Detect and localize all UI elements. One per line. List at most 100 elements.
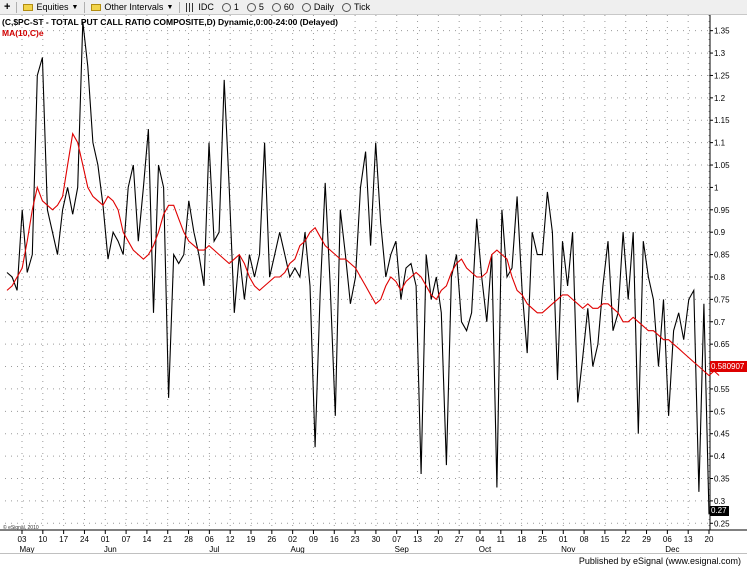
x-tick-label: 23 bbox=[351, 535, 360, 544]
month-label: May bbox=[19, 545, 34, 553]
x-tick-label: 21 bbox=[163, 535, 172, 544]
month-label: Jul bbox=[209, 545, 219, 553]
ma-legend-label: MA(10,C)e bbox=[2, 28, 44, 38]
x-tick-label: 26 bbox=[267, 535, 276, 544]
y-tick-label: 1.15 bbox=[714, 116, 730, 125]
toolbar-divider bbox=[84, 1, 86, 13]
interval-1-button[interactable]: 1 bbox=[218, 1, 243, 14]
x-tick-label: 07 bbox=[392, 535, 401, 544]
x-tick-label: 25 bbox=[538, 535, 547, 544]
x-tick-label: 07 bbox=[122, 535, 131, 544]
month-label: Nov bbox=[561, 545, 575, 553]
bars-icon bbox=[186, 2, 196, 12]
y-tick-label: 0.55 bbox=[714, 385, 730, 394]
close-series-line bbox=[6, 21, 710, 515]
chart-toolbar: + Equities ▼ Other Intervals ▼ IDC 1 5 6… bbox=[0, 0, 747, 15]
toolbar-divider bbox=[16, 1, 18, 13]
interval-idc-button[interactable]: IDC bbox=[182, 1, 218, 14]
y-tick-label: 0.85 bbox=[714, 251, 730, 260]
interval-5-button[interactable]: 5 bbox=[243, 1, 268, 14]
y-tick-label: 1.25 bbox=[714, 71, 730, 80]
y-tick-label: 1 bbox=[714, 183, 719, 192]
x-tick-label: 14 bbox=[142, 535, 151, 544]
x-tick-label: 17 bbox=[59, 535, 68, 544]
chart-title: (C,$PC-ST - TOTAL PUT CALL RATIO COMPOSI… bbox=[2, 17, 338, 27]
y-tick-label: 0.65 bbox=[714, 340, 730, 349]
y-tick-label: 0.45 bbox=[714, 430, 730, 439]
chevron-down-icon: ▼ bbox=[71, 3, 79, 11]
x-tick-label: 10 bbox=[38, 535, 47, 544]
interval-tick-button[interactable]: Tick bbox=[338, 1, 374, 14]
y-tick-label: 0.7 bbox=[714, 318, 726, 327]
x-tick-label: 18 bbox=[517, 535, 526, 544]
x-tick-label: 13 bbox=[684, 535, 693, 544]
y-tick-label: 1.1 bbox=[714, 139, 726, 148]
crosshair-icon: + bbox=[4, 0, 11, 13]
interval-60-label: 60 bbox=[283, 2, 294, 12]
month-label: Aug bbox=[291, 545, 305, 553]
x-tick-label: 24 bbox=[80, 535, 89, 544]
chevron-down-icon: ▼ bbox=[166, 3, 174, 11]
equities-menu[interactable]: Equities ▼ bbox=[19, 1, 82, 14]
x-tick-label: 04 bbox=[476, 535, 485, 544]
interval-1-label: 1 bbox=[233, 2, 239, 12]
x-tick-label: 11 bbox=[497, 535, 506, 544]
other-intervals-label: Other Intervals bbox=[104, 2, 164, 12]
footer-bar: Published by eSignal (www.esignal.com) bbox=[0, 553, 747, 568]
interval-idc-label: IDC bbox=[198, 2, 214, 12]
interval-daily-button[interactable]: Daily bbox=[298, 1, 338, 14]
y-tick-label: 0.25 bbox=[714, 519, 730, 528]
clock-icon bbox=[271, 2, 281, 12]
chart-area[interactable]: 0.250.30.350.40.450.50.550.60.650.70.750… bbox=[0, 15, 747, 568]
month-label: Dec bbox=[665, 545, 679, 553]
x-tick-label: 02 bbox=[288, 535, 297, 544]
clock-icon bbox=[301, 2, 311, 12]
interval-5-label: 5 bbox=[258, 2, 264, 12]
x-tick-label: 15 bbox=[600, 535, 609, 544]
folder-icon bbox=[23, 3, 34, 11]
interval-60-button[interactable]: 60 bbox=[268, 1, 298, 14]
equities-label: Equities bbox=[36, 2, 69, 12]
y-tick-label: 1.3 bbox=[714, 49, 726, 58]
y-tick-label: 0.8 bbox=[714, 273, 726, 282]
y-tick-label: 0.5 bbox=[714, 407, 726, 416]
x-tick-label: 06 bbox=[663, 535, 672, 544]
other-intervals-menu[interactable]: Other Intervals ▼ bbox=[87, 1, 177, 14]
copyright-watermark: © eSignal, 2010 bbox=[3, 525, 39, 531]
x-tick-label: 03 bbox=[18, 535, 27, 544]
y-tick-label: 0.95 bbox=[714, 206, 730, 215]
ma-last-value-label: 0.580907 bbox=[710, 361, 747, 372]
month-label: Sep bbox=[395, 545, 410, 553]
y-tick-label: 1.2 bbox=[714, 94, 726, 103]
x-tick-label: 20 bbox=[705, 535, 714, 544]
month-label: Jun bbox=[104, 545, 117, 553]
y-tick-label: 0.9 bbox=[714, 228, 726, 237]
x-tick-label: 01 bbox=[101, 535, 110, 544]
y-tick-label: 1.35 bbox=[714, 27, 730, 36]
x-tick-label: 28 bbox=[184, 535, 193, 544]
toolbar-divider bbox=[179, 1, 181, 13]
x-tick-label: 01 bbox=[559, 535, 568, 544]
month-label: Oct bbox=[479, 545, 492, 553]
x-tick-label: 09 bbox=[309, 535, 318, 544]
x-tick-label: 29 bbox=[642, 535, 651, 544]
x-tick-label: 06 bbox=[205, 535, 214, 544]
x-tick-label: 27 bbox=[455, 535, 464, 544]
interval-tick-label: Tick bbox=[353, 2, 371, 12]
crosshair-button[interactable]: + bbox=[0, 1, 14, 14]
x-tick-label: 19 bbox=[247, 535, 256, 544]
x-tick-label: 12 bbox=[226, 535, 235, 544]
footer-credit: Published by eSignal (www.esignal.com) bbox=[578, 556, 741, 566]
x-tick-label: 30 bbox=[371, 535, 380, 544]
clock-icon bbox=[341, 2, 351, 12]
clock-icon bbox=[221, 2, 231, 12]
x-tick-label: 13 bbox=[413, 535, 422, 544]
y-tick-label: 0.3 bbox=[714, 497, 726, 506]
folder-icon bbox=[91, 3, 102, 11]
x-tick-label: 20 bbox=[434, 535, 443, 544]
clock-icon bbox=[246, 2, 256, 12]
interval-daily-label: Daily bbox=[313, 2, 334, 12]
y-tick-label: 1.05 bbox=[714, 161, 730, 170]
x-tick-label: 22 bbox=[621, 535, 630, 544]
chart-canvas[interactable]: 0.250.30.350.40.450.50.550.60.650.70.750… bbox=[0, 15, 747, 553]
